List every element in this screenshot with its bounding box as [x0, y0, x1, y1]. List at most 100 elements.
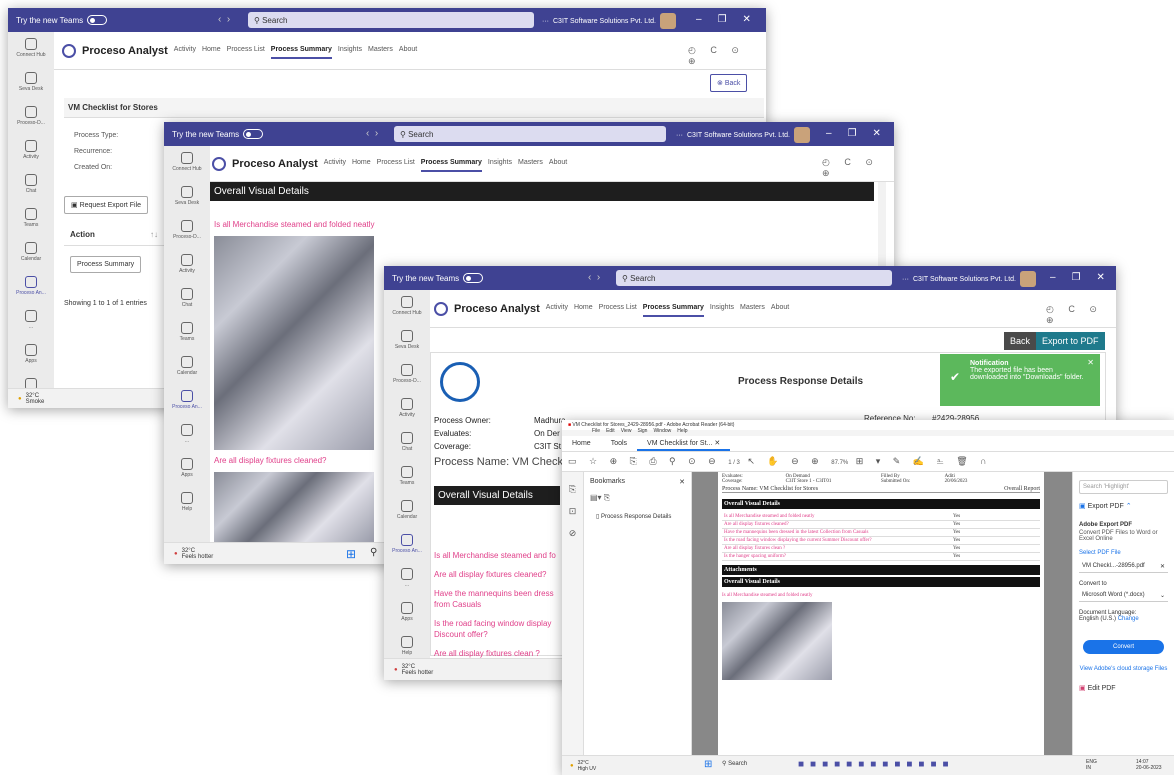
- rail-item-5[interactable]: Teams: [384, 460, 430, 494]
- header-icons[interactable]: ◴ C ⊙ ⊕: [1046, 304, 1116, 326]
- rail-item-6[interactable]: Calendar: [8, 236, 54, 270]
- tab-activity[interactable]: Activity: [546, 300, 568, 317]
- rail-item-2[interactable]: Proceso-D...: [164, 214, 210, 248]
- rail-item-6[interactable]: Calendar: [384, 494, 430, 528]
- header-icons[interactable]: ◴ C ⊙ ⊕: [688, 45, 766, 67]
- close-icon[interactable]: ✕: [743, 14, 751, 25]
- rail-item-0[interactable]: Connect Hub: [8, 32, 54, 66]
- rail-item-4[interactable]: Chat: [384, 426, 430, 460]
- minimize-icon[interactable]: –: [696, 14, 702, 25]
- org-switcher[interactable]: ··· C3IT Software Solutions Pvt. Ltd.: [542, 13, 676, 29]
- taskbar-search-icon[interactable]: ⚲: [370, 547, 377, 558]
- select-pdf-link[interactable]: Select PDF File: [1079, 550, 1168, 556]
- rail-item-8[interactable]: ...: [384, 562, 430, 596]
- rail-item-5[interactable]: Teams: [164, 316, 210, 350]
- rail-item-4[interactable]: Chat: [164, 282, 210, 316]
- bookmark-item[interactable]: ▯ Process Response Details: [584, 505, 691, 528]
- rail-item-10[interactable]: Help: [164, 486, 210, 520]
- toggle-icon[interactable]: [463, 273, 484, 283]
- toolbar[interactable]: ▭ ☆ ⊕ ⎘ ⎙ ⚲ ⊙ ⊖ 1 / 3 ↖ ✋ ⊖ ⊕ 87.7% ⊞ ▾ …: [562, 452, 1174, 472]
- close-bookmarks-icon[interactable]: ✕: [679, 478, 685, 486]
- window-controls[interactable]: – ❐ ✕: [696, 14, 751, 25]
- rail-item-8[interactable]: ...: [164, 418, 210, 452]
- tab-process-list[interactable]: Process List: [599, 300, 637, 317]
- zoom-level[interactable]: 87.7%: [831, 460, 848, 466]
- search-input[interactable]: ⚲ Search: [394, 126, 666, 142]
- rail-item-9[interactable]: Apps: [8, 338, 54, 372]
- convert-button[interactable]: Convert: [1083, 640, 1164, 654]
- export-pdf-button[interactable]: Export to PDF: [1036, 332, 1105, 350]
- rail-item-3[interactable]: Activity: [8, 134, 54, 168]
- tab-insights[interactable]: Insights: [488, 155, 512, 172]
- format-select[interactable]: Microsoft Word (*.docx) ⌄: [1079, 589, 1168, 602]
- merchandise-photo[interactable]: [214, 236, 374, 450]
- tab-process-list[interactable]: Process List: [377, 155, 415, 172]
- tab-home[interactable]: Home: [202, 42, 221, 59]
- rail-item-1[interactable]: Seva Desk: [8, 66, 54, 100]
- tab-about[interactable]: About: [771, 300, 789, 317]
- edit-pdf-tool[interactable]: ▣ Edit PDF: [1079, 684, 1168, 692]
- back-button[interactable]: Back: [1004, 332, 1037, 350]
- menu-help[interactable]: Help: [677, 428, 687, 434]
- search-input[interactable]: ⚲ Search: [248, 12, 534, 28]
- avatar[interactable]: [659, 13, 676, 29]
- back-button[interactable]: ⊗ Back: [710, 74, 748, 92]
- pdf-tab-1[interactable]: Tools: [601, 438, 637, 449]
- rail-item-9[interactable]: Apps: [164, 452, 210, 486]
- search-highlight-input[interactable]: Search 'Highlight': [1079, 480, 1168, 494]
- menu-window[interactable]: Window: [653, 428, 671, 434]
- search-input[interactable]: ⚲ Search: [616, 270, 892, 286]
- rail-item-4[interactable]: Chat: [8, 168, 54, 202]
- rail-item-3[interactable]: Activity: [164, 248, 210, 282]
- rail-item-3[interactable]: Activity: [384, 392, 430, 426]
- tab-process-summary[interactable]: Process Summary: [420, 155, 482, 172]
- toggle-icon[interactable]: [243, 129, 264, 139]
- header-icons[interactable]: ◴ C ⊙ ⊕: [822, 157, 894, 179]
- remove-file-icon[interactable]: ✕: [1160, 563, 1165, 570]
- rail-item-0[interactable]: Connect Hub: [164, 146, 210, 180]
- close-icon[interactable]: ✕: [873, 128, 881, 139]
- nav-arrows[interactable]: ‹ ›: [218, 14, 230, 25]
- nav-arrows[interactable]: ‹ ›: [366, 128, 378, 139]
- clock[interactable]: 14:07 20-06-2023: [1136, 759, 1162, 771]
- tab-home[interactable]: Home: [574, 300, 593, 317]
- rail-item-0[interactable]: Connect Hub: [384, 290, 430, 324]
- tab-process-summary[interactable]: Process Summary: [270, 42, 332, 59]
- close-icon[interactable]: ✕: [1097, 272, 1105, 283]
- tab-process-list[interactable]: Process List: [227, 42, 265, 59]
- bookmark-tools[interactable]: ▤▾ ⎘: [584, 491, 691, 505]
- tab-insights[interactable]: Insights: [338, 42, 362, 59]
- minimize-icon[interactable]: –: [826, 128, 832, 139]
- rail-item-7[interactable]: Proceso An...: [8, 270, 54, 304]
- taskbar-app-icons[interactable]: ■■■■■■■■■■■■■: [798, 759, 955, 770]
- tab-home[interactable]: Home: [352, 155, 371, 172]
- menu-sign[interactable]: Sign: [637, 428, 647, 434]
- rail-item-1[interactable]: Seva Desk: [384, 324, 430, 358]
- tab-activity[interactable]: Activity: [324, 155, 346, 172]
- nav-arrows[interactable]: ‹ ›: [588, 272, 600, 283]
- process-summary-button[interactable]: Process Summary: [70, 256, 142, 273]
- sort-icon[interactable]: ↑↓: [150, 230, 158, 239]
- rail-item-6[interactable]: Calendar: [164, 350, 210, 384]
- org-switcher[interactable]: ··· C3IT Software Solutions Pvt. Ltd.: [676, 127, 810, 143]
- tab-process-summary[interactable]: Process Summary: [642, 300, 704, 317]
- minimize-icon[interactable]: –: [1050, 272, 1056, 283]
- lang-indicator[interactable]: ENG IN: [1086, 759, 1097, 771]
- change-lang-link[interactable]: Change: [1118, 616, 1139, 622]
- try-new-teams[interactable]: Try the new Teams: [16, 15, 108, 25]
- left-toolbar[interactable]: ⎘ ⊡ ⊘: [562, 472, 584, 755]
- page-indicator[interactable]: 1 / 3: [728, 460, 740, 466]
- tab-about[interactable]: About: [399, 42, 417, 59]
- rail-item-5[interactable]: Teams: [8, 202, 54, 236]
- pdf-tab-2[interactable]: VM Checklist for St... ✕: [637, 437, 731, 451]
- menu-edit[interactable]: Edit: [606, 428, 615, 434]
- tab-masters[interactable]: Masters: [740, 300, 765, 317]
- export-pdf-tool[interactable]: ▣ Export PDF ⌃: [1079, 502, 1168, 510]
- toast-close-icon[interactable]: ✕: [1087, 358, 1094, 367]
- tab-masters[interactable]: Masters: [368, 42, 393, 59]
- request-export-button[interactable]: ▣ Request Export File: [64, 196, 149, 214]
- menu-file[interactable]: File: [592, 428, 600, 434]
- tab-insights[interactable]: Insights: [710, 300, 734, 317]
- pdf-tab-0[interactable]: Home: [562, 438, 601, 449]
- chevron-up-icon[interactable]: ⌃: [1126, 503, 1132, 510]
